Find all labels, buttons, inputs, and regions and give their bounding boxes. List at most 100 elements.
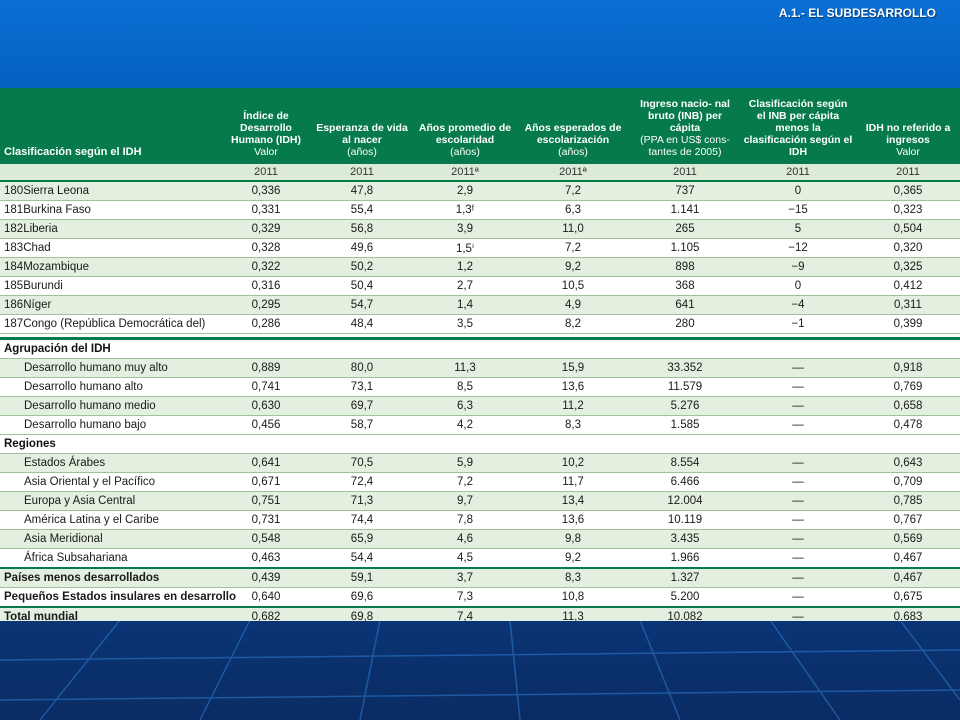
col-header-life-label: Esperanza de vida al nacer [316,122,408,146]
row-label: Pequeños Estados insulares en desarrollo [0,587,236,608]
row-label: Desarrollo humano medio [0,396,222,416]
cell-idh: 0,328 [222,238,310,258]
row-name: Congo (República Democrática del) [23,318,206,330]
col-header-gni-unit: (PPA en US$ cons- tantes de 2005) [640,134,730,158]
year-cell: 2011 [222,164,310,182]
cell-life: 56,8 [310,219,414,239]
country-row: 182Liberia 0,329 56,8 3,9 11,0 265 5 0,504 [0,219,960,239]
col-header-nonincome-unit: Valor [896,146,920,158]
cell-nonincome: 0,323 [856,200,960,220]
cell-idh: 0,439 [222,568,310,588]
cell-diff: 0 [740,181,856,201]
cell-exp-school: 11,2 [516,396,630,416]
row-label: Estados Árabes [0,453,222,473]
cell-idh: 0,286 [222,314,310,334]
hdi-rank: 185 [4,280,24,292]
cell-exp-school: 7,2 [516,181,630,201]
cell-nonincome: 0,478 [856,415,960,435]
summary-row: Total mundial 0,682 69,8 7,4 11,3 10.082—0.68… [0,607,960,621]
cell-exp-school: 10,8 [516,587,630,608]
col-header-life-unit: (años) [347,146,377,158]
cell-inb: 368 [630,276,740,296]
col-header-hdi-label: Índice de Desarrollo Humano (IDH) [231,110,301,146]
cell-diff: — [740,358,856,378]
row-label: Desarrollo humano muy alto [0,358,222,378]
summary-row: Pequeños Estados insulares en desarrollo… [0,587,960,608]
country-row: 185Burundi 0,316 50,4 2,7 10,5 368 0 0,412 [0,276,960,296]
cell-life: 55,4 [310,200,414,220]
row-label: 180Sierra Leona [0,181,222,201]
region-row: África Subsahariana 0,463 54,4 4,5 9,2 1.966—… [0,548,960,569]
row-name: Total mundial [4,611,78,621]
cell-idh: 0,456 [222,415,310,435]
row-name: Asia Oriental y el Pacífico [24,476,156,488]
cell-life: 54,7 [310,295,414,315]
cell-diff: — [740,453,856,473]
col-header-gni-label: Ingreso nacio- nal bruto (INB) per cápit… [640,98,730,134]
region-row: Asia Oriental y el Pacífico 0,671 72,4 7,2 1… [0,472,960,492]
cell-exp-school: 13,6 [516,377,630,397]
cell-nonincome: 0,399 [856,314,960,334]
hdi-rank: 182 [4,223,24,235]
col-header-exp-school: Años esperados de escolarización (años) [516,88,630,164]
cell-inb: 641 [630,295,740,315]
cell-inb: 8.554 [630,453,740,473]
cell-idh: 0,741 [222,377,310,397]
region-row: Asia Meridional 0,548 65,9 4,6 9,8 3.435—0,56… [0,529,960,549]
cell-inb: 1.585 [630,415,740,435]
cell-avg-school: 4,2 [414,415,516,435]
col-header-gni: Ingreso nacio- nal bruto (INB) per cápit… [630,88,740,164]
cell-avg-school: 3,9 [414,219,516,239]
cell-life: 65,9 [310,529,414,549]
row-name: Desarrollo humano muy alto [24,362,168,374]
cell-inb: 1.105 [630,238,740,258]
cell-diff: — [740,529,856,549]
cell-idh: 0,671 [222,472,310,492]
cell-life: 48,4 [310,314,414,334]
cell-inb: 5.200 [630,587,740,608]
cell-idh: 0,331 [222,200,310,220]
cell-nonincome: 0,320 [856,238,960,258]
cell-life: 50,2 [310,257,414,277]
cell-idh: 0,329 [222,219,310,239]
year-cell: 2011 [856,164,960,182]
cell-diff: −4 [740,295,856,315]
hdi-table-container: Clasificación según el IDH Índice de Des… [0,88,960,621]
cell-inb: 5.276 [630,396,740,416]
cell-life: 69,6 [310,587,414,608]
summary-row: Países menos desarrollados 0,439 59,1 3,7 8,… [0,568,960,588]
cell-avg-school: 11,3 [414,358,516,378]
cell-nonincome: 0,709 [856,472,960,492]
row-name: Europa y Asia Central [24,495,136,507]
cell-idh: 0,889 [222,358,310,378]
cell-nonincome: 0,467 [856,568,960,588]
cell-life: 69,7 [310,396,414,416]
cell-life: 74,4 [310,510,414,530]
cell-inb: 265 [630,219,740,239]
cell-exp-school: 6,3 [516,200,630,220]
cell-avg-school: 4,5 [414,548,516,569]
row-name: Mozambique [23,261,90,273]
cell-inb: 1.966 [630,548,740,569]
country-row: 184Mozambique 0,322 50,2 1,2 9,2 898 −9 0,325 [0,257,960,277]
cell-nonincome: 0,918 [856,358,960,378]
section-title: Regiones [0,434,960,454]
cell-life: 80,0 [310,358,414,378]
cell-exp-school: 8,3 [516,415,630,435]
cell-exp-school: 10,2 [516,453,630,473]
cell-diff: −15 [740,200,856,220]
cell-exp-school: 13,6 [516,510,630,530]
cell-avg-school: 7,2 [414,472,516,492]
cell-inb: 898 [630,257,740,277]
cell-exp-school: 10,5 [516,276,630,296]
cell-life: 49,6 [310,238,414,258]
cell-diff: — [740,510,856,530]
col-header-nonincome-hdi: IDH no referido a ingresos Valor [856,88,960,164]
row-label: Desarrollo humano bajo [0,415,222,435]
row-label: 181Burkina Faso [0,200,222,220]
cell-exp-school: 8,3 [516,568,630,588]
hdi-rank: 186 [4,299,24,311]
row-label: Europa y Asia Central [0,491,222,511]
cell-diff: 5 [740,219,856,239]
cell-diff: — [740,607,856,621]
